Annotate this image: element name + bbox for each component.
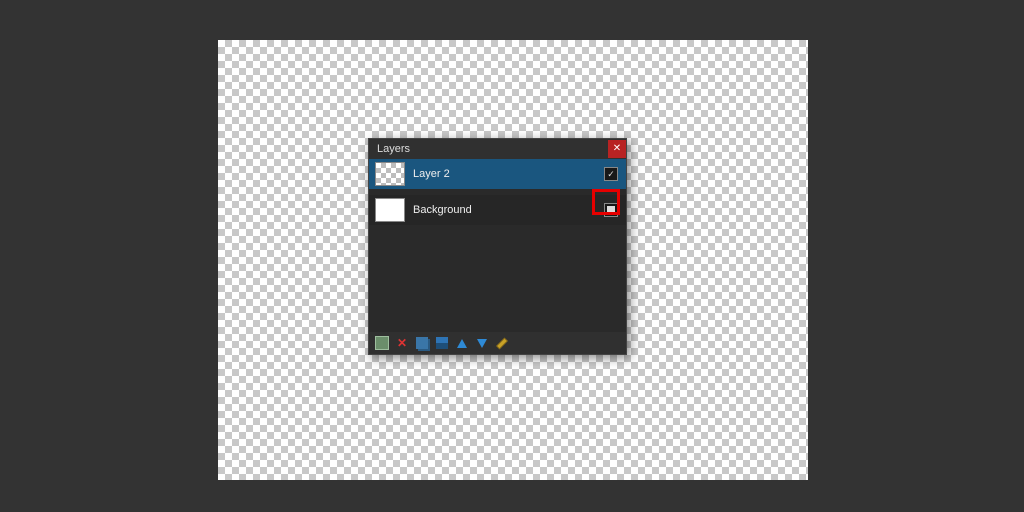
layer-row[interactable]: Layer 2 <box>369 159 626 189</box>
properties-button[interactable] <box>495 336 509 350</box>
layers-panel-title: Layers <box>377 143 410 155</box>
arrow-down-icon <box>477 339 487 348</box>
layer-thumbnail[interactable] <box>375 162 405 186</box>
pencil-icon <box>497 338 506 347</box>
layer-row[interactable]: Background <box>369 195 626 225</box>
layer-thumbnail[interactable] <box>375 198 405 222</box>
layer-name-label[interactable]: Layer 2 <box>413 168 604 180</box>
delete-layer-button[interactable]: ✕ <box>395 336 409 350</box>
move-up-button[interactable] <box>455 336 469 350</box>
layers-panel-titlebar[interactable]: Layers ✕ <box>369 139 626 159</box>
visibility-toggle[interactable] <box>604 167 618 181</box>
arrow-up-icon <box>457 339 467 348</box>
layers-toolbar: ✕ <box>369 332 626 354</box>
add-layer-button[interactable] <box>375 336 389 350</box>
merge-icon <box>436 337 448 349</box>
layers-panel: Layers ✕ Layer 2 Background ✕ <box>368 138 627 355</box>
visibility-toggle[interactable] <box>604 203 618 217</box>
duplicate-layer-button[interactable] <box>415 336 429 350</box>
duplicate-icon <box>416 337 428 349</box>
add-icon <box>375 336 389 350</box>
close-icon[interactable]: ✕ <box>608 140 626 158</box>
delete-icon: ✕ <box>397 337 407 349</box>
merge-layer-button[interactable] <box>435 336 449 350</box>
layer-name-label[interactable]: Background <box>413 204 604 216</box>
move-down-button[interactable] <box>475 336 489 350</box>
layer-list: Layer 2 Background <box>369 159 626 332</box>
